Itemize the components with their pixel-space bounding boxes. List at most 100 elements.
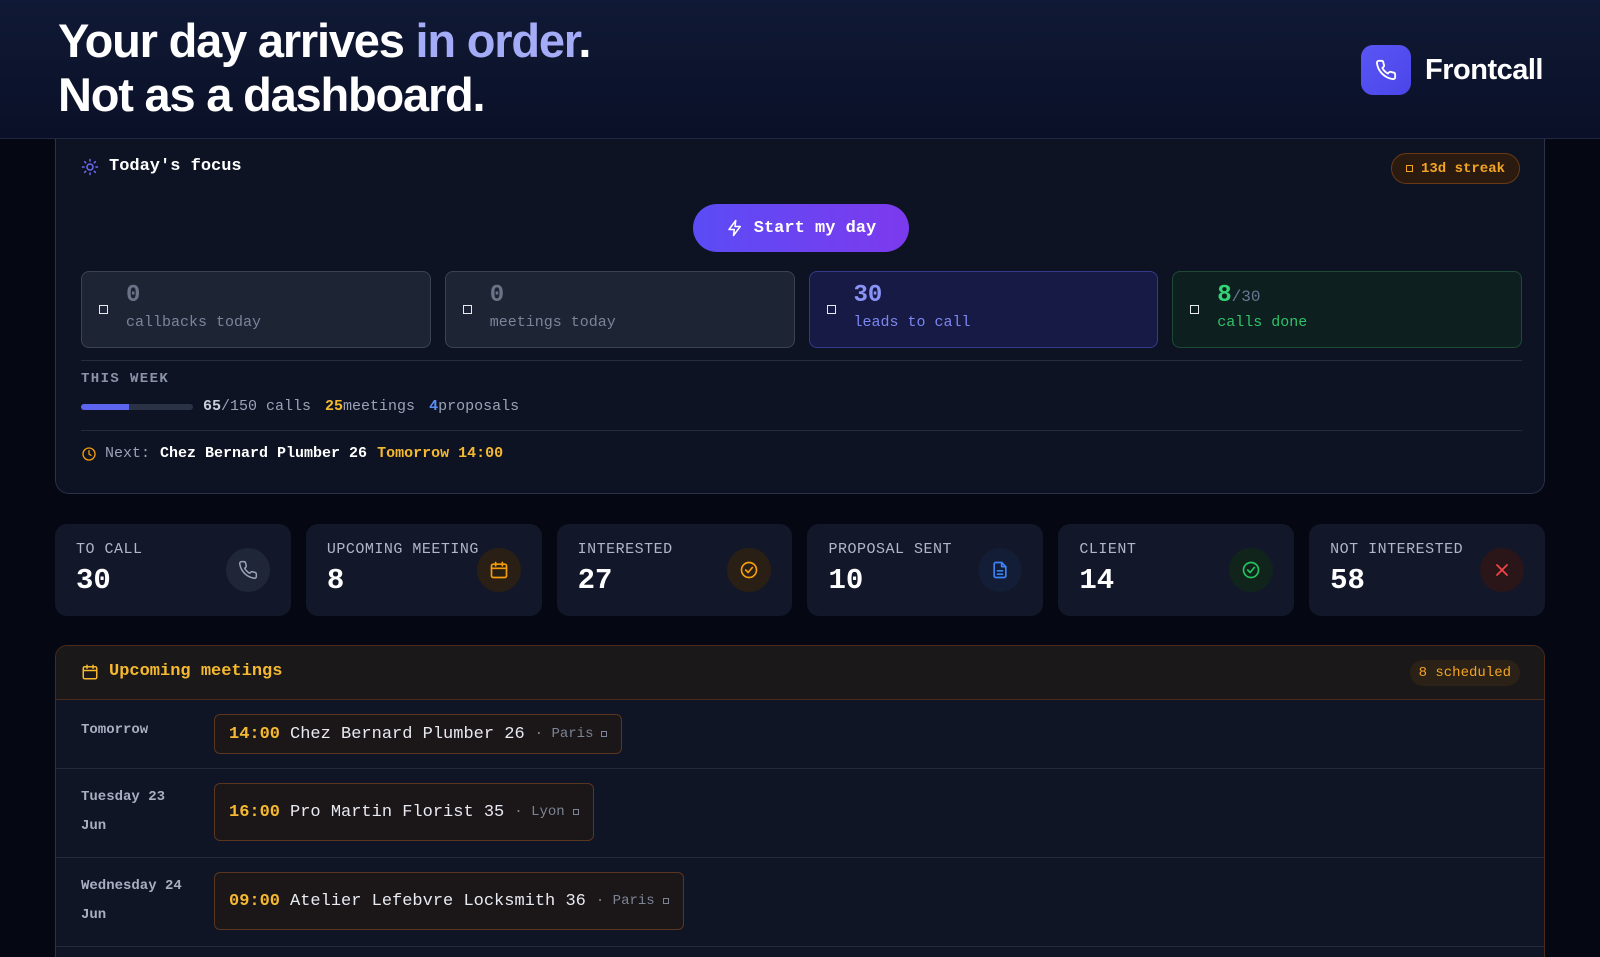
- pipeline-card-interested[interactable]: INTERESTED 27: [556, 524, 793, 616]
- stat-meetings-today[interactable]: 0 meetings today: [444, 271, 795, 348]
- meeting-day: Wednesday 24 Jun: [81, 878, 182, 923]
- pipeline-card-client[interactable]: CLIENT 14: [1058, 524, 1295, 616]
- stat-calls-done[interactable]: 8/30 calls done: [1172, 271, 1522, 348]
- meeting-day: Tuesday 23 Jun: [81, 789, 166, 834]
- brand-name: Frontcall: [1425, 53, 1543, 86]
- card-value: 14: [1079, 564, 1115, 597]
- stat-label: calls done: [1217, 314, 1308, 331]
- meeting-city: · Paris: [595, 893, 655, 909]
- meeting-city: · Lyon: [514, 804, 565, 820]
- meeting-time: 16:00: [229, 802, 281, 822]
- week-proposals-count: 4: [429, 398, 439, 415]
- hero-title: Your day arrives in order. Not as a dash…: [58, 14, 591, 122]
- streak-icon: [1405, 165, 1413, 172]
- divider: [81, 360, 1522, 361]
- checkbox-icon: [462, 305, 472, 314]
- meetings-title-text: Upcoming meetings: [109, 662, 283, 681]
- card-value: 30: [76, 564, 111, 597]
- brand[interactable]: Frontcall: [1361, 45, 1543, 95]
- meeting-slot[interactable]: 14:00 Chez Bernard Plumber 26 · Paris: [214, 714, 623, 754]
- stat-label: leads to call: [853, 314, 971, 331]
- stat-label: meetings today: [489, 314, 616, 331]
- week-calls-done: 65: [203, 398, 222, 415]
- calls-done-count: 8: [1217, 282, 1232, 309]
- card-label: PROPOSAL SENT: [828, 541, 953, 558]
- external-link-icon: [601, 731, 608, 737]
- external-link-icon: [662, 898, 669, 904]
- pipeline-card-not-interested[interactable]: NOT INTERESTED 58: [1309, 524, 1545, 616]
- meeting-day: Tomorrow: [81, 722, 149, 738]
- meetings-header: Upcoming meetings 8 scheduled: [56, 646, 1544, 700]
- hero-header: Your day arrives in order. Not as a dash…: [0, 0, 1600, 139]
- next-meeting-time: Tomorrow 14:00: [377, 445, 504, 462]
- card-label: INTERESTED: [577, 541, 673, 558]
- phone-icon: [225, 548, 270, 592]
- week-meetings-count: 25: [325, 398, 344, 415]
- hero-line1: Your day arrives: [58, 14, 416, 67]
- week-meetings-label: meetings: [343, 398, 416, 415]
- clock-icon: [82, 446, 96, 461]
- meeting-name: Atelier Lefebvre Locksmith 36: [290, 891, 586, 911]
- document-icon: [978, 548, 1023, 592]
- pipeline-card-upcoming-meeting[interactable]: UPCOMING MEETING 8: [305, 524, 542, 616]
- start-my-day-button[interactable]: Start my day: [693, 204, 909, 252]
- meeting-time: 14:00: [229, 724, 281, 744]
- card-value: 8: [326, 564, 345, 597]
- sun-icon: [81, 158, 99, 175]
- meeting-name: Pro Martin Florist 35: [290, 802, 505, 822]
- today-stats: 0 callbacks today 0 meetings today 30 le…: [81, 271, 1522, 348]
- hero-period: .: [578, 14, 591, 67]
- pipeline-cards: TO CALL 30 UPCOMING MEETING 8 INTERESTED…: [55, 524, 1545, 616]
- streak-text: 13d streak: [1420, 160, 1505, 177]
- this-week-title: THIS WEEK: [81, 371, 170, 387]
- check-circle-icon: [1229, 548, 1274, 592]
- meeting-row: Tomorrow 14:00 Chez Bernard Plumber 26 ·…: [56, 700, 1544, 769]
- x-icon: [1479, 548, 1524, 592]
- streak-badge: 13d streak: [1390, 153, 1520, 184]
- checkbox-icon: [99, 305, 108, 314]
- focus-title-text: Today's focus: [109, 157, 242, 176]
- stat-callbacks-today[interactable]: 0 callbacks today: [81, 271, 431, 348]
- card-label: UPCOMING MEETING: [326, 541, 479, 558]
- meeting-city: · Paris: [534, 726, 594, 742]
- card-value: 10: [828, 564, 864, 597]
- start-button-label: Start my day: [753, 218, 877, 238]
- meetings-title: Upcoming meetings: [81, 662, 282, 681]
- upcoming-meetings-panel: Upcoming meetings 8 scheduled Tomorrow 1…: [55, 645, 1545, 957]
- checkbox-icon: [1190, 305, 1200, 314]
- divider: [81, 430, 1522, 431]
- calendar-icon: [476, 548, 521, 592]
- card-label: CLIENT: [1079, 541, 1137, 558]
- pipeline-card-to-call[interactable]: TO CALL 30: [55, 524, 291, 616]
- checkbox-icon: [826, 305, 836, 314]
- focus-title: Today's focus: [81, 157, 242, 176]
- hero-accent: in order: [415, 14, 580, 67]
- meeting-row: Tuesday 23 Jun 16:00 Pro Martin Florist …: [56, 769, 1544, 858]
- calendar-icon: [82, 664, 98, 679]
- stat-leads-to-call[interactable]: 30 leads to call: [808, 271, 1159, 348]
- meeting-time: 09:00: [229, 891, 281, 911]
- card-value: 27: [577, 564, 613, 597]
- stat-number: 30: [853, 282, 883, 309]
- card-label: NOT INTERESTED: [1330, 541, 1464, 558]
- stat-number: 0: [489, 282, 505, 309]
- week-progress-bar: [81, 403, 193, 410]
- lightning-icon: [728, 219, 741, 237]
- todays-focus-panel: Today's focus 13d streak Start my day 0 …: [55, 139, 1545, 494]
- stat-number: 8/30: [1217, 282, 1260, 309]
- stat-number: 0: [126, 282, 141, 309]
- calls-done-total: /30: [1231, 288, 1261, 306]
- week-progress-fill: [81, 403, 130, 410]
- check-circle-icon: [727, 548, 772, 592]
- meeting-slot[interactable]: 09:00 Atelier Lefebvre Locksmith 36 · Pa…: [214, 872, 684, 930]
- phone-icon: [1361, 45, 1412, 95]
- meeting-slot[interactable]: 16:00 Pro Martin Florist 35 · Lyon: [214, 783, 594, 841]
- external-link-icon: [572, 809, 579, 815]
- hero-line2: Not as a dashboard.: [58, 68, 486, 121]
- next-meeting-row[interactable]: Next: Chez Bernard Plumber 26 Tomorrow 1…: [81, 445, 503, 462]
- next-label: Next:: [105, 445, 151, 462]
- pipeline-card-proposal-sent[interactable]: PROPOSAL SENT 10: [807, 524, 1044, 616]
- scheduled-count-badge: 8 scheduled: [1409, 660, 1520, 686]
- card-label: TO CALL: [76, 541, 143, 558]
- meeting-name: Chez Bernard Plumber 26: [290, 724, 525, 744]
